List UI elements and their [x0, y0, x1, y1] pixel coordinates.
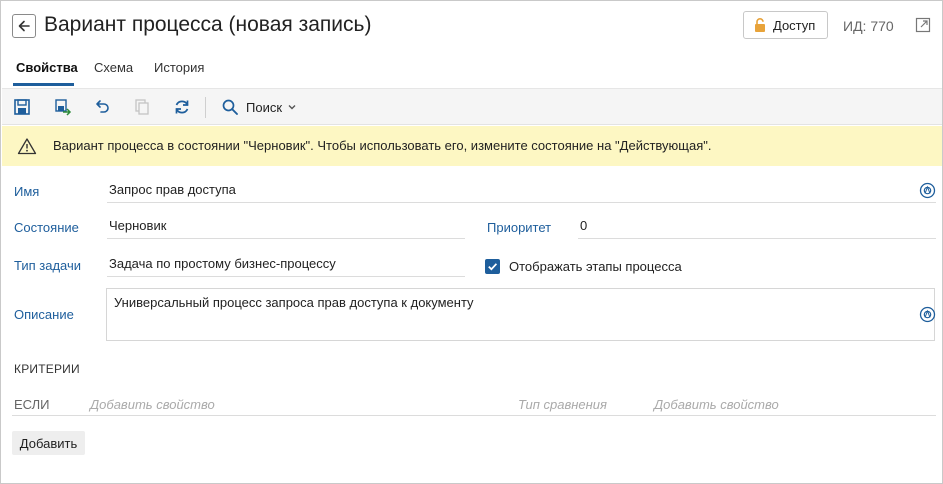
priority-field[interactable]: 0: [578, 217, 936, 239]
save-close-icon: [55, 99, 72, 116]
tab-bar: Свойства Схема История: [1, 53, 942, 87]
task-type-field[interactable]: Задача по простому бизнес-процессу: [107, 255, 465, 277]
criteria-row: ЕСЛИ Добавить свойство Тип сравнения Доб…: [12, 395, 936, 416]
task-type-label: Тип задачи: [14, 258, 82, 273]
localization-icon[interactable]: [919, 182, 936, 202]
access-button-label: Доступ: [773, 17, 816, 33]
priority-label: Приоритет: [487, 220, 552, 235]
add-criteria-button[interactable]: Добавить: [12, 431, 85, 455]
refresh-button[interactable]: [172, 97, 192, 117]
add-property-field[interactable]: Добавить свойство: [90, 397, 215, 412]
copy-icon: [135, 99, 149, 115]
add-property-value-field[interactable]: Добавить свойство: [654, 397, 779, 412]
access-button[interactable]: Доступ: [743, 11, 828, 39]
state-label: Состояние: [14, 220, 79, 235]
name-label: Имя: [14, 184, 40, 199]
state-field[interactable]: Черновик: [107, 217, 465, 239]
page-title: Вариант процесса (новая запись): [44, 13, 372, 36]
undo-button[interactable]: [92, 97, 112, 117]
chevron-down-icon: [288, 105, 296, 110]
criteria-title: КРИТЕРИИ: [14, 362, 80, 376]
record-id: ИД: 770: [843, 18, 894, 34]
active-tab-indicator: [13, 83, 74, 86]
toolbar: Поиск: [2, 88, 942, 125]
window: Вариант процесса (новая запись) Доступ И…: [0, 0, 943, 484]
toolbar-separator: [205, 97, 206, 118]
open-in-window-icon[interactable]: [915, 17, 931, 36]
search-dropdown-button[interactable]: Поиск: [221, 97, 297, 117]
comparison-type-field[interactable]: Тип сравнения: [518, 397, 607, 412]
tab-properties[interactable]: Свойства: [16, 60, 78, 75]
show-stages-label[interactable]: Отображать этапы процесса: [509, 259, 682, 274]
header: Вариант процесса (новая запись) Доступ И…: [1, 1, 942, 51]
criteria-if-label: ЕСЛИ: [14, 397, 50, 412]
tab-history[interactable]: История: [154, 60, 204, 75]
back-button[interactable]: [12, 14, 36, 38]
undo-icon: [96, 100, 109, 113]
description-label: Описание: [14, 307, 74, 322]
search-label: Поиск: [246, 99, 283, 115]
arrow-left-icon: [18, 20, 30, 32]
save-icon: [14, 99, 30, 115]
save-button[interactable]: [12, 97, 32, 117]
name-field[interactable]: Запрос прав доступа: [107, 181, 936, 203]
warning-text: Вариант процесса в состоянии "Черновик".…: [53, 138, 712, 153]
copy-button[interactable]: [132, 97, 152, 117]
tab-schema[interactable]: Схема: [94, 60, 133, 75]
warning-icon: [17, 138, 37, 155]
warning-banner: Вариант процесса в состоянии "Черновик".…: [2, 126, 942, 166]
localization-icon[interactable]: [919, 306, 936, 326]
description-textarea[interactable]: Универсальный процесс запроса прав досту…: [106, 288, 935, 341]
save-and-close-button[interactable]: [53, 97, 73, 117]
check-icon: [488, 263, 498, 271]
refresh-icon: [175, 100, 189, 114]
search-icon: [222, 99, 238, 115]
lock-icon: [753, 17, 767, 33]
show-stages-checkbox[interactable]: [485, 259, 500, 274]
